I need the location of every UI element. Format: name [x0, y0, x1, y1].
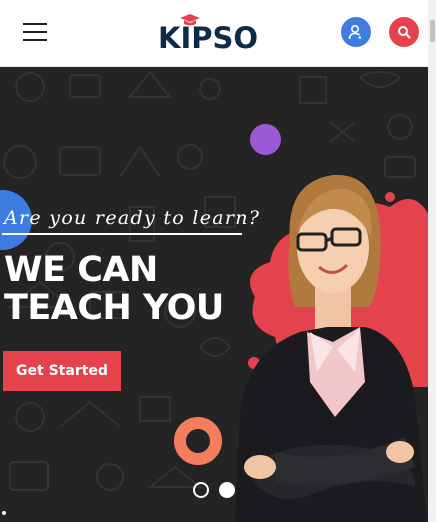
user-icon	[348, 24, 361, 40]
slider-pagination	[193, 482, 235, 498]
decorative-orange-ring	[174, 417, 222, 465]
site-header: KIPSO	[0, 0, 436, 67]
scrollbar-thumb[interactable]	[430, 20, 435, 42]
site-logo[interactable]: KIPSO	[158, 14, 272, 54]
search-icon	[398, 26, 411, 39]
decorative-small-dot	[2, 511, 6, 515]
hamburger-menu-icon[interactable]	[23, 22, 47, 42]
slider-dot-2-active[interactable]	[219, 482, 235, 498]
headline-line-2: TEACH YOU	[4, 288, 224, 328]
hero-headline: WE CAN TEACH YOU	[4, 251, 264, 327]
hero-tagline: Are you ready to learn?	[4, 207, 261, 229]
decorative-purple-circle	[250, 124, 281, 155]
tagline-underline	[2, 233, 242, 235]
search-button[interactable]	[389, 17, 419, 47]
hero-banner: Are you ready to learn? WE CAN TEACH YOU…	[0, 67, 430, 522]
scrollbar-track[interactable]	[428, 0, 436, 522]
get-started-button[interactable]: Get Started	[3, 351, 121, 391]
user-account-button[interactable]	[341, 17, 371, 47]
headline-line-1: WE CAN	[4, 250, 158, 290]
logo-text: KIPSO	[158, 21, 259, 55]
slider-dot-1[interactable]	[193, 482, 209, 498]
